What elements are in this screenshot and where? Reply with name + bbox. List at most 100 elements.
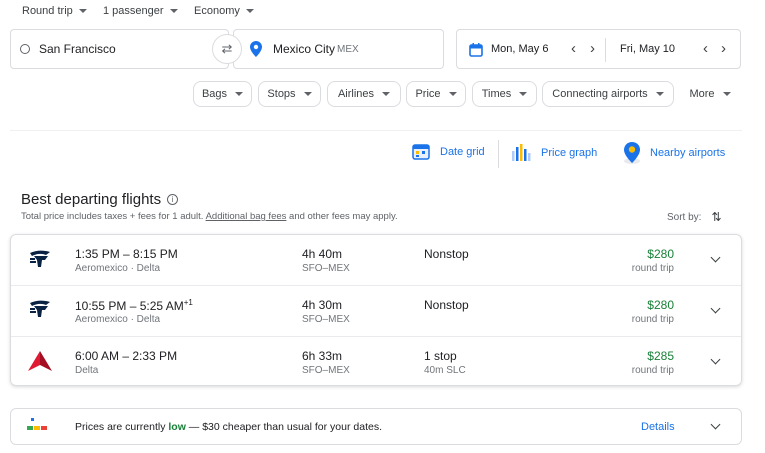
trip-type-select[interactable]: Round trip — [22, 5, 87, 17]
destination-code: MEX — [337, 44, 359, 55]
flight-stops: Nonstop — [424, 298, 469, 312]
section-divider — [10, 130, 742, 131]
expand-chevron-icon[interactable] — [710, 354, 721, 365]
depart-prev-button[interactable]: ‹ — [571, 40, 576, 57]
results-heading-text: Best departing flights — [21, 191, 162, 208]
flight-price: $280 — [647, 298, 674, 312]
flight-times: 1:35 PM – 8:15 PM — [75, 247, 178, 261]
filter-label: More — [689, 88, 715, 100]
flight-times-text: 10:55 PM – 5:25 AM — [75, 299, 184, 313]
price-insight-banner[interactable]: Prices are currently low — $30 cheaper t… — [10, 408, 742, 445]
filter-airlines[interactable]: Airlines — [327, 81, 401, 107]
flight-times: 6:00 AM – 2:33 PM — [75, 349, 178, 363]
chevron-down-icon — [169, 9, 178, 13]
expand-chevron-icon[interactable] — [710, 303, 721, 314]
flight-price: $280 — [647, 247, 674, 261]
nearby-airports-button[interactable]: Nearby airports — [622, 141, 725, 165]
filter-more[interactable]: More — [680, 81, 740, 107]
chevron-down-icon — [303, 92, 312, 96]
cabin-select[interactable]: Economy — [194, 5, 254, 17]
flight-duration: 4h 30m — [302, 298, 343, 312]
aeromexico-logo — [30, 250, 50, 267]
swap-button[interactable]: ⇄ — [212, 34, 242, 64]
results-heading: Best departing flights i — [21, 191, 179, 208]
price-level: low — [168, 421, 186, 433]
chevron-down-icon — [722, 92, 731, 96]
date-divider — [605, 38, 606, 62]
filter-connecting-airports[interactable]: Connecting airports — [542, 81, 674, 107]
price-graph-button[interactable]: Price graph — [511, 143, 597, 163]
filter-price[interactable]: Price — [406, 81, 466, 107]
flight-route: SFO–MEX — [302, 365, 350, 376]
chevron-down-icon — [519, 92, 528, 96]
price-note: round trip — [631, 263, 674, 274]
chevron-down-icon — [235, 92, 244, 96]
filter-times[interactable]: Times — [472, 81, 537, 107]
expand-chevron-icon[interactable] — [710, 419, 721, 430]
chevron-down-icon — [78, 9, 87, 13]
chevron-down-icon — [448, 92, 457, 96]
filter-label: Times — [481, 88, 512, 100]
date-grid-label: Date grid — [440, 146, 485, 158]
flight-carriers: Aeromexico · Delta — [75, 263, 161, 274]
filter-label: Bags — [201, 88, 228, 100]
return-prev-button[interactable]: ‹ — [703, 40, 708, 57]
flight-stops: Nonstop — [424, 247, 469, 261]
calendar-icon — [469, 43, 483, 57]
filter-stops[interactable]: Stops — [258, 81, 321, 107]
filter-label: Airlines — [337, 88, 375, 100]
swap-arrows-icon: ⇄ — [221, 41, 233, 56]
info-icon[interactable]: i — [167, 194, 179, 205]
depart-next-button[interactable]: › — [590, 40, 595, 57]
flight-row[interactable]: 6:00 AM – 2:33 PM Delta 6h 33m SFO–MEX 1… — [11, 337, 741, 388]
price-graph-icon — [512, 144, 531, 161]
details-link[interactable]: Details — [641, 421, 675, 433]
sort-button[interactable]: Sort by: ⇅ — [667, 210, 722, 224]
date-grid-button[interactable]: Date grid — [412, 143, 485, 161]
tool-divider — [498, 140, 499, 168]
date-field[interactable]: Mon, May 6 ‹ › Fri, May 10 ‹ › — [456, 29, 741, 69]
chevron-down-icon — [245, 9, 254, 13]
destination-field[interactable]: Mexico City MEX — [233, 29, 444, 69]
expand-chevron-icon[interactable] — [710, 252, 721, 263]
insight-text-start: Prices are currently — [75, 421, 169, 433]
price-note: round trip — [631, 365, 674, 376]
flight-list: 1:35 PM – 8:15 PM Aeromexico · Delta 4h … — [10, 234, 742, 386]
flight-row[interactable]: 1:35 PM – 8:15 PM Aeromexico · Delta 4h … — [11, 235, 741, 286]
bag-fees-link[interactable]: Additional bag fees — [206, 211, 287, 222]
flight-route: SFO–MEX — [302, 263, 350, 274]
flight-stops: 1 stop — [424, 349, 457, 363]
nearby-airports-label: Nearby airports — [650, 147, 726, 159]
insight-text-end: — $30 cheaper than usual for your dates. — [185, 421, 382, 433]
flight-duration: 4h 40m — [302, 247, 343, 261]
chevron-down-icon — [655, 92, 664, 96]
price-insight-text: Prices are currently low — $30 cheaper t… — [75, 421, 382, 433]
subtitle-text-end: and other fees may apply. — [286, 211, 398, 222]
return-date[interactable]: Fri, May 10 — [620, 43, 675, 55]
cabin-label: Economy — [194, 5, 240, 17]
filter-label: Price — [415, 88, 441, 100]
location-pin-icon — [250, 41, 262, 57]
flight-price: $285 — [647, 349, 674, 363]
flight-times: 10:55 PM – 5:25 AM+1 — [75, 298, 193, 313]
sort-icon: ⇅ — [711, 210, 722, 224]
date-grid-icon — [412, 144, 430, 160]
aeromexico-logo — [30, 300, 50, 317]
flight-duration: 6h 33m — [302, 349, 343, 363]
flight-row[interactable]: 10:55 PM – 5:25 AM+1 Aeromexico · Delta … — [11, 286, 741, 337]
subtitle-text: Total price includes taxes + fees for 1 … — [21, 211, 206, 222]
price-note: round trip — [631, 314, 674, 325]
price-graph-label: Price graph — [541, 147, 598, 159]
filter-bags[interactable]: Bags — [193, 81, 252, 107]
delta-logo — [28, 351, 52, 371]
trip-type-label: Round trip — [22, 5, 73, 17]
stop-detail: 40m SLC — [424, 365, 466, 376]
nearby-airports-icon — [624, 142, 640, 164]
depart-date[interactable]: Mon, May 6 — [491, 43, 548, 55]
filter-label: Stops — [267, 88, 296, 100]
flight-carriers: Delta — [75, 365, 99, 376]
passengers-select[interactable]: 1 passenger — [103, 5, 178, 17]
flight-route: SFO–MEX — [302, 314, 350, 325]
origin-field[interactable]: San Francisco — [10, 29, 229, 69]
return-next-button[interactable]: › — [721, 40, 726, 57]
